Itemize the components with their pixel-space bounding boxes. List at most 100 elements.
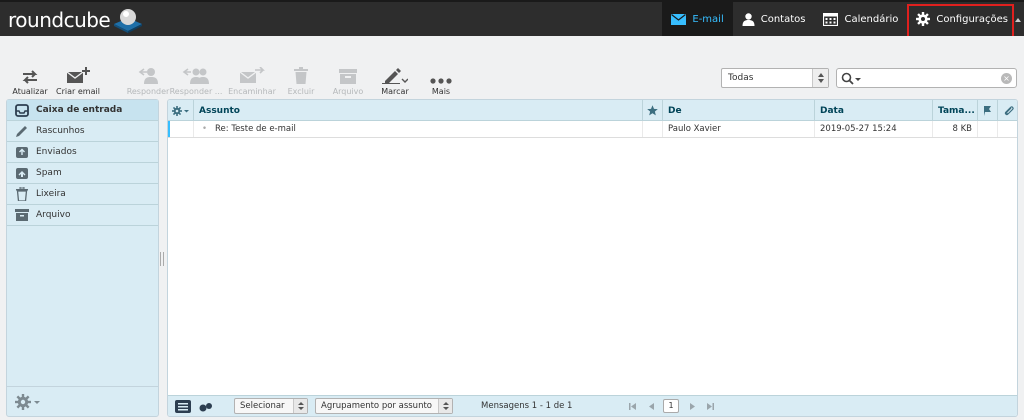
person-icon (742, 12, 755, 26)
delete-label: Excluir (287, 87, 315, 96)
logo-cube-icon (114, 9, 143, 33)
thread-dot-icon: • (202, 124, 208, 134)
message-from-cell[interactable]: Paulo Xavier (663, 121, 815, 137)
search-clear-icon[interactable]: × (1001, 73, 1012, 84)
delete-button[interactable]: Excluir (276, 64, 326, 96)
last-page-icon[interactable] (706, 402, 715, 411)
folder-trash[interactable]: Lixeira (7, 184, 158, 205)
column-attachment[interactable] (998, 100, 1017, 121)
column-flag[interactable] (643, 100, 663, 121)
reply-button[interactable]: Responder (123, 64, 173, 96)
reply-label: Responder (126, 87, 170, 96)
folder-inbox-label: Caixa de entrada (36, 105, 123, 115)
top-bar: roundcube E-mail Contatos Calendário Con… (0, 0, 1024, 39)
more-label: Mais (431, 87, 451, 96)
sent-icon (15, 145, 29, 159)
search-input[interactable]: × (836, 68, 1017, 88)
settings-highlight-box (907, 4, 1014, 39)
forward-label: Encaminhar (228, 87, 276, 96)
compose-label: Criar email (56, 87, 100, 96)
message-subject-cell[interactable]: • Re: Teste de e-mail (194, 121, 643, 137)
folder-sent[interactable]: Enviados (7, 142, 158, 163)
panel-resize-handle[interactable] (160, 252, 164, 266)
filter-value: Todas (728, 73, 754, 83)
message-size-cell: 8 KB (933, 121, 978, 137)
column-subject[interactable]: Assunto (194, 100, 643, 121)
caret-up-icon[interactable] (1015, 18, 1021, 22)
column-size[interactable]: Tama... (933, 100, 978, 121)
list-view-icon[interactable] (175, 400, 191, 413)
threads-icon[interactable] (199, 402, 213, 412)
reply-all-icon (182, 68, 209, 84)
archive-button[interactable]: Arquivo (323, 64, 373, 96)
message-row[interactable]: • Re: Teste de e-mail Paulo Xavier 2019-… (168, 121, 1017, 138)
nav-email-label: E-mail (692, 13, 724, 25)
column-from-label: De (668, 105, 682, 116)
nav-contacts-label: Contatos (760, 13, 806, 25)
forward-icon (239, 67, 265, 83)
star-icon (647, 105, 658, 116)
folder-spam[interactable]: Spam (7, 163, 158, 184)
logo-text: roundcube (8, 8, 111, 32)
archive-icon (15, 208, 29, 222)
mark-button[interactable]: Marcar (370, 64, 420, 96)
inbox-icon (15, 103, 29, 117)
column-status[interactable] (978, 100, 998, 121)
next-page-icon[interactable] (689, 402, 696, 411)
mark-label: Marcar (381, 87, 409, 96)
message-filter-select[interactable]: Todas (721, 68, 829, 88)
forward-button[interactable]: Encaminhar (227, 64, 277, 96)
paperclip-icon (1004, 106, 1014, 116)
select-menu[interactable]: Selecionar (234, 398, 308, 414)
archive-icon (339, 69, 357, 84)
message-size: 8 KB (952, 124, 972, 134)
nav-calendar-label: Calendário (844, 13, 899, 25)
select-arrows-icon (438, 399, 452, 413)
trash-icon (294, 67, 308, 84)
message-list-header: Assunto De Data Tama... (168, 100, 1017, 121)
archive-label: Arquivo (332, 87, 364, 96)
compose-button[interactable]: Criar email (53, 64, 103, 96)
row-select-cell[interactable] (168, 121, 194, 137)
threading-select-label: Agrupamento por assunto (321, 401, 432, 411)
refresh-icon (22, 70, 38, 84)
folder-inbox[interactable]: Caixa de entrada (7, 100, 158, 121)
refresh-button[interactable]: Atualizar (5, 64, 55, 96)
refresh-label: Atualizar (12, 87, 48, 96)
roundcube-logo[interactable]: roundcube (8, 5, 144, 35)
mark-icon (382, 68, 408, 84)
more-button[interactable]: Mais (416, 64, 466, 96)
select-arrows-icon (812, 69, 828, 87)
folder-drafts[interactable]: Rascunhos (7, 121, 158, 142)
message-status-cell[interactable] (978, 121, 998, 137)
folder-spam-label: Spam (36, 168, 62, 178)
column-from[interactable]: De (663, 100, 815, 121)
calendar-icon (823, 12, 839, 26)
current-page-input[interactable]: 1 (663, 399, 679, 413)
threading-select[interactable]: Agrupamento por assunto (315, 398, 453, 414)
list-options-button[interactable] (168, 100, 194, 121)
nav-contacts[interactable]: Contatos (733, 2, 815, 36)
search-icon[interactable] (841, 72, 863, 86)
column-subject-label: Assunto (199, 105, 240, 116)
select-menu-label: Selecionar (240, 401, 285, 411)
folder-archive[interactable]: Arquivo (7, 205, 158, 226)
envelope-icon (671, 13, 687, 25)
message-flag-cell[interactable] (643, 121, 663, 137)
reply-icon (138, 68, 158, 84)
previous-page-icon[interactable] (648, 402, 655, 411)
first-page-icon[interactable] (628, 402, 637, 411)
folder-settings-gear-icon[interactable] (15, 394, 41, 410)
column-size-label: Tama... (938, 105, 975, 116)
folder-drafts-label: Rascunhos (36, 126, 85, 136)
nav-calendar[interactable]: Calendário (814, 2, 907, 36)
message-date: 2019-05-27 15:24 (820, 124, 897, 134)
column-date[interactable]: Data (815, 100, 933, 121)
message-attachment-cell (998, 121, 1017, 137)
message-date-cell: 2019-05-27 15:24 (815, 121, 933, 137)
folder-sent-label: Enviados (36, 147, 77, 157)
reply-all-button[interactable]: Responder ... (170, 64, 222, 96)
list-options-gear-icon (171, 105, 189, 116)
nav-email[interactable]: E-mail (662, 2, 733, 36)
compose-icon (66, 67, 90, 83)
